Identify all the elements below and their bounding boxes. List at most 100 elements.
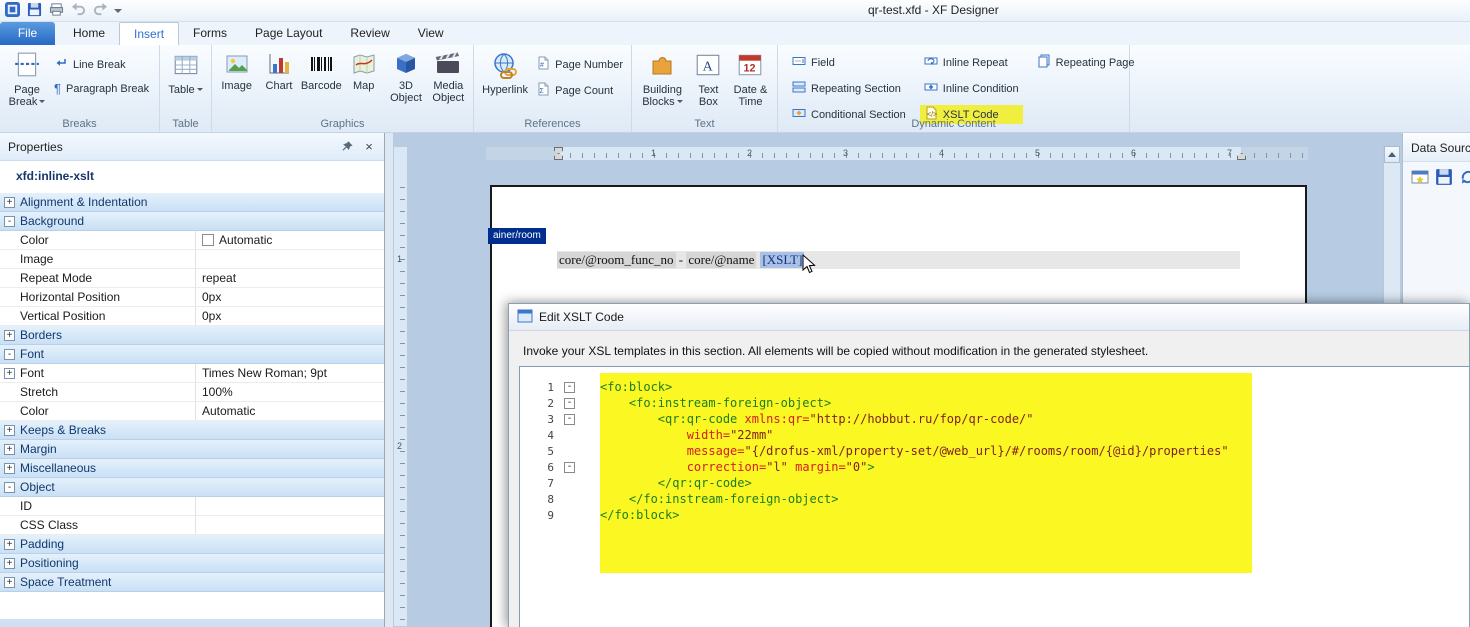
tab-home[interactable]: Home: [59, 22, 119, 45]
save-datasource-icon[interactable]: [1435, 168, 1453, 186]
property-category-row[interactable]: -Background: [0, 212, 384, 231]
page-break-button[interactable]: Page Break: [4, 49, 50, 116]
document-content-line[interactable]: core/@room_func_no - core/@name[XSLT]: [557, 251, 1240, 269]
property-category-row[interactable]: +Margin: [0, 440, 384, 459]
property-category-row[interactable]: -Font: [0, 345, 384, 364]
property-value[interactable]: 0px: [195, 288, 384, 306]
property-category-row[interactable]: +Positioning: [0, 554, 384, 573]
property-category-row[interactable]: +Alignment & Indentation: [0, 193, 384, 212]
3d-object-button[interactable]: 3D Object: [385, 49, 426, 116]
code-line[interactable]: correction="l" margin="0">: [600, 459, 1469, 475]
property-category-row[interactable]: -Object: [0, 478, 384, 497]
fold-toggle-icon[interactable]: -: [564, 462, 575, 473]
inline-condition-button[interactable]: Inline Condition: [920, 79, 1023, 98]
property-value[interactable]: Automatic: [195, 231, 384, 249]
fold-toggle-icon[interactable]: -: [564, 382, 575, 393]
redo-button[interactable]: [92, 1, 109, 18]
property-value[interactable]: repeat: [195, 269, 384, 287]
property-row[interactable]: ID: [0, 497, 384, 516]
property-category-row[interactable]: +Borders: [0, 326, 384, 345]
property-row[interactable]: CSS Class: [0, 516, 384, 535]
date-time-button[interactable]: 12 Date & Time: [728, 49, 773, 116]
tab-view[interactable]: View: [404, 22, 458, 45]
panel-splitter[interactable]: [385, 133, 393, 627]
property-row[interactable]: Horizontal Position0px: [0, 288, 384, 307]
inline-repeat-button[interactable]: Inline Repeat: [920, 53, 1023, 72]
page-number-button[interactable]: # Page Number: [532, 55, 627, 74]
qat-customize-dropdown-icon[interactable]: [114, 9, 122, 17]
expander-icon[interactable]: +: [4, 425, 15, 436]
property-row[interactable]: ColorAutomatic: [0, 402, 384, 421]
expander-icon[interactable]: +: [4, 330, 15, 341]
code-line[interactable]: <qr:qr-code xmlns:qr="http://hobbut.ru/f…: [600, 411, 1469, 427]
code-lines[interactable]: <fo:block> <fo:instream-foreign-object> …: [600, 379, 1469, 523]
print-button[interactable]: [48, 1, 65, 18]
checkbox[interactable]: [202, 234, 214, 246]
hyperlink-button[interactable]: Hyperlink: [478, 49, 532, 116]
code-line[interactable]: </qr:qr-code>: [600, 475, 1469, 491]
property-value[interactable]: [195, 250, 384, 268]
property-value[interactable]: [195, 516, 384, 534]
tab-review[interactable]: Review: [336, 22, 403, 45]
text-box-button[interactable]: A Text Box: [689, 49, 728, 116]
image-button[interactable]: Image: [216, 49, 257, 116]
property-value[interactable]: [195, 497, 384, 515]
expander-icon[interactable]: +: [4, 539, 15, 550]
code-line[interactable]: message="{/drofus-xml/property-set/@web_…: [600, 443, 1469, 459]
code-line[interactable]: <fo:block>: [600, 379, 1469, 395]
map-button[interactable]: Map: [343, 49, 384, 116]
expander-icon[interactable]: +: [4, 558, 15, 569]
expander-icon[interactable]: +: [4, 368, 15, 379]
tab-insert[interactable]: Insert: [119, 22, 179, 45]
undo-button[interactable]: [70, 1, 87, 18]
page-count-button[interactable]: Σ Page Count: [532, 81, 627, 100]
property-row[interactable]: +FontTimes New Roman; 9pt: [0, 364, 384, 383]
scroll-up-button[interactable]: [1384, 146, 1400, 163]
table-button[interactable]: Table: [164, 49, 207, 116]
expander-icon[interactable]: -: [4, 482, 15, 493]
code-line[interactable]: </fo:block>: [600, 507, 1469, 523]
new-datasource-icon[interactable]: [1411, 168, 1429, 186]
property-category-row[interactable]: +Space Treatment: [0, 573, 384, 592]
code-line[interactable]: width="22mm": [600, 427, 1469, 443]
property-row[interactable]: Repeat Moderepeat: [0, 269, 384, 288]
xslt-inline-marker[interactable]: [XSLT]: [760, 252, 804, 268]
property-value[interactable]: 0px: [195, 307, 384, 325]
expander-icon[interactable]: -: [4, 349, 15, 360]
property-row[interactable]: Stretch100%: [0, 383, 384, 402]
property-category-row[interactable]: +Keeps & Breaks: [0, 421, 384, 440]
chart-button[interactable]: Chart: [258, 49, 299, 116]
building-blocks-button[interactable]: Building Blocks: [636, 49, 689, 116]
dialog-title-bar[interactable]: Edit XSLT Code: [509, 304, 1469, 331]
expander-icon[interactable]: +: [4, 577, 15, 588]
property-value[interactable]: Automatic: [195, 402, 384, 420]
field-token-name[interactable]: core/@name: [686, 252, 756, 268]
pin-icon[interactable]: [340, 140, 354, 154]
repeating-section-button[interactable]: Repeating Section: [788, 79, 910, 98]
repeating-page-button[interactable]: Repeating Page: [1033, 53, 1139, 72]
expander-icon[interactable]: +: [4, 444, 15, 455]
element-breadcrumb-tag[interactable]: ainer/room: [488, 228, 546, 244]
field-token-room-func-no[interactable]: core/@room_func_no: [557, 252, 676, 268]
property-value[interactable]: Times New Roman; 9pt: [195, 364, 384, 382]
fold-toggle-icon[interactable]: -: [564, 414, 575, 425]
property-row[interactable]: Vertical Position0px: [0, 307, 384, 326]
line-break-button[interactable]: Line Break: [50, 55, 153, 74]
tab-file[interactable]: File: [0, 22, 55, 45]
paragraph-break-button[interactable]: ¶ Paragraph Break: [50, 81, 153, 96]
expander-icon[interactable]: +: [4, 197, 15, 208]
barcode-button[interactable]: Barcode: [301, 49, 342, 116]
property-category-row[interactable]: +Miscellaneous: [0, 459, 384, 478]
property-value[interactable]: 100%: [195, 383, 384, 401]
property-row[interactable]: Image: [0, 250, 384, 269]
field-button[interactable]: Field: [788, 53, 910, 72]
expander-icon[interactable]: +: [4, 463, 15, 474]
fold-toggle-icon[interactable]: -: [564, 398, 575, 409]
property-category-row[interactable]: +Padding: [0, 535, 384, 554]
refresh-icon[interactable]: [1459, 168, 1470, 186]
tab-page-layout[interactable]: Page Layout: [241, 22, 336, 45]
media-object-button[interactable]: Media Object: [428, 49, 469, 116]
expander-icon[interactable]: -: [4, 216, 15, 227]
tab-forms[interactable]: Forms: [179, 22, 241, 45]
code-line[interactable]: <fo:instream-foreign-object>: [600, 395, 1469, 411]
